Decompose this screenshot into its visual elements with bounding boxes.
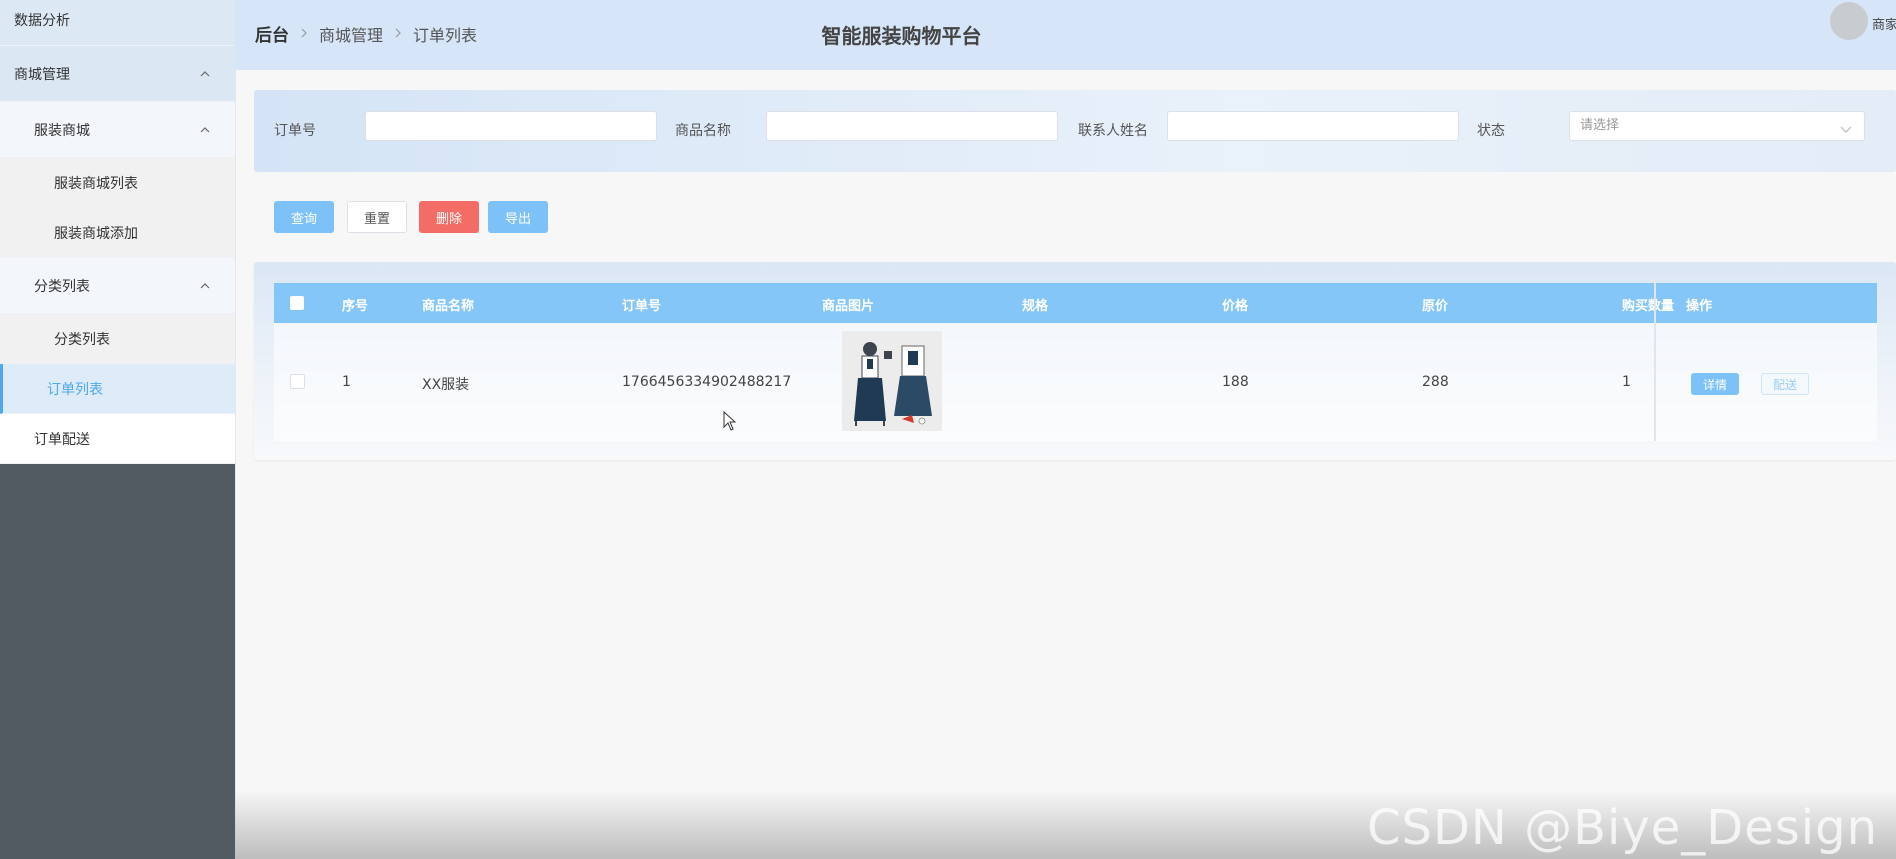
- cell-price: 188: [1222, 374, 1249, 390]
- status-label: 状态: [1477, 123, 1505, 139]
- order-table-card: 序号 商品名称 订单号 商品图片 规格 价格 原价 购买数量 操作 1 XX服装…: [254, 262, 1896, 460]
- mouse-cursor-icon: [723, 410, 737, 435]
- table-row: 1 XX服装 1766456334902488217 188 288 1 详情 …: [274, 323, 1877, 441]
- sidebar-item-label: 分类列表: [34, 278, 90, 295]
- sidebar-item-label: 数据分析: [14, 13, 70, 29]
- export-button[interactable]: 导出: [488, 201, 548, 233]
- row-checkbox[interactable]: [290, 374, 305, 389]
- column-header-original-price: 原价: [1422, 299, 1449, 314]
- contact-name-label: 联系人姓名: [1078, 123, 1148, 139]
- sidebar-item-order-delivery[interactable]: 订单配送: [0, 414, 235, 464]
- user-name[interactable]: 商家: [1872, 14, 1896, 33]
- site-title: 智能服装购物平台: [821, 24, 982, 48]
- search-panel: 订单号 商品名称 联系人姓名 状态 请选择: [254, 90, 1896, 172]
- reset-button[interactable]: 重置: [347, 201, 407, 233]
- clothing-illustration: [842, 331, 942, 431]
- product-image[interactable]: [842, 331, 942, 431]
- sidebar-item-clothing-add[interactable]: 服装商城添加: [0, 208, 235, 258]
- cell-original-price: 288: [1422, 374, 1449, 390]
- sidebar-item-clothing-mall[interactable]: 服装商城: [0, 102, 235, 158]
- sidebar-item-order-list[interactable]: 订单列表: [0, 364, 235, 414]
- sidebar-item-category[interactable]: 分类列表: [0, 258, 235, 314]
- order-no-input[interactable]: [365, 111, 657, 141]
- sidebar-item-label: 服装商城列表: [54, 175, 138, 192]
- sidebar-item-label: 服装商城: [34, 122, 90, 139]
- cell-product-name: XX服装: [422, 377, 470, 393]
- column-header-product-image: 商品图片: [822, 299, 875, 314]
- sidebar-item-data-analysis[interactable]: 数据分析: [0, 0, 235, 46]
- sidebar-item-label: 订单列表: [47, 381, 103, 398]
- chevron-down-icon: [1840, 119, 1852, 147]
- column-header-product-name: 商品名称: [422, 299, 475, 314]
- sidebar-item-label: 分类列表: [54, 331, 110, 348]
- column-header-index: 序号: [342, 299, 369, 314]
- chevron-up-icon: [197, 66, 213, 82]
- delete-button[interactable]: 删除: [419, 201, 479, 233]
- column-header-order-no: 订单号: [622, 299, 662, 314]
- product-name-input[interactable]: [766, 111, 1058, 141]
- table-header: 序号 商品名称 订单号 商品图片 规格 价格 原价 购买数量 操作: [274, 283, 1877, 323]
- cell-order-no: 1766456334902488217: [622, 374, 792, 390]
- sidebar: 数据分析 商城管理 服装商城 服装商城列表 服装商城添加 分类列表 分类列表 订…: [0, 0, 236, 859]
- order-no-label: 订单号: [274, 123, 316, 139]
- chevron-up-icon: [197, 122, 213, 138]
- chevron-up-icon: [197, 278, 213, 294]
- status-select-placeholder: 请选择: [1580, 118, 1620, 133]
- watermark: CSDN @Biye_Design: [1366, 800, 1878, 856]
- top-header: 后台 商城管理 订单列表 智能服装购物平台 商家: [235, 0, 1896, 70]
- sidebar-item-category-list[interactable]: 分类列表: [0, 314, 235, 364]
- avatar[interactable]: [1830, 2, 1868, 40]
- query-button[interactable]: 查询: [274, 201, 334, 233]
- operations-column-divider: [1654, 283, 1857, 441]
- select-all-checkbox[interactable]: [290, 296, 304, 310]
- cell-index: 1: [342, 374, 351, 390]
- sidebar-item-clothing-list[interactable]: 服装商城列表: [0, 158, 235, 208]
- sidebar-item-label: 订单配送: [34, 431, 90, 448]
- column-header-price: 价格: [1222, 299, 1249, 314]
- sidebar-item-mall-management[interactable]: 商城管理: [0, 46, 235, 102]
- sidebar-item-label: 商城管理: [14, 66, 70, 83]
- cell-quantity: 1: [1622, 374, 1631, 390]
- status-select[interactable]: 请选择: [1569, 111, 1865, 141]
- contact-name-input[interactable]: [1167, 111, 1459, 141]
- product-name-label: 商品名称: [675, 123, 731, 139]
- column-header-spec: 规格: [1022, 299, 1049, 314]
- sidebar-item-label: 服装商城添加: [54, 225, 138, 242]
